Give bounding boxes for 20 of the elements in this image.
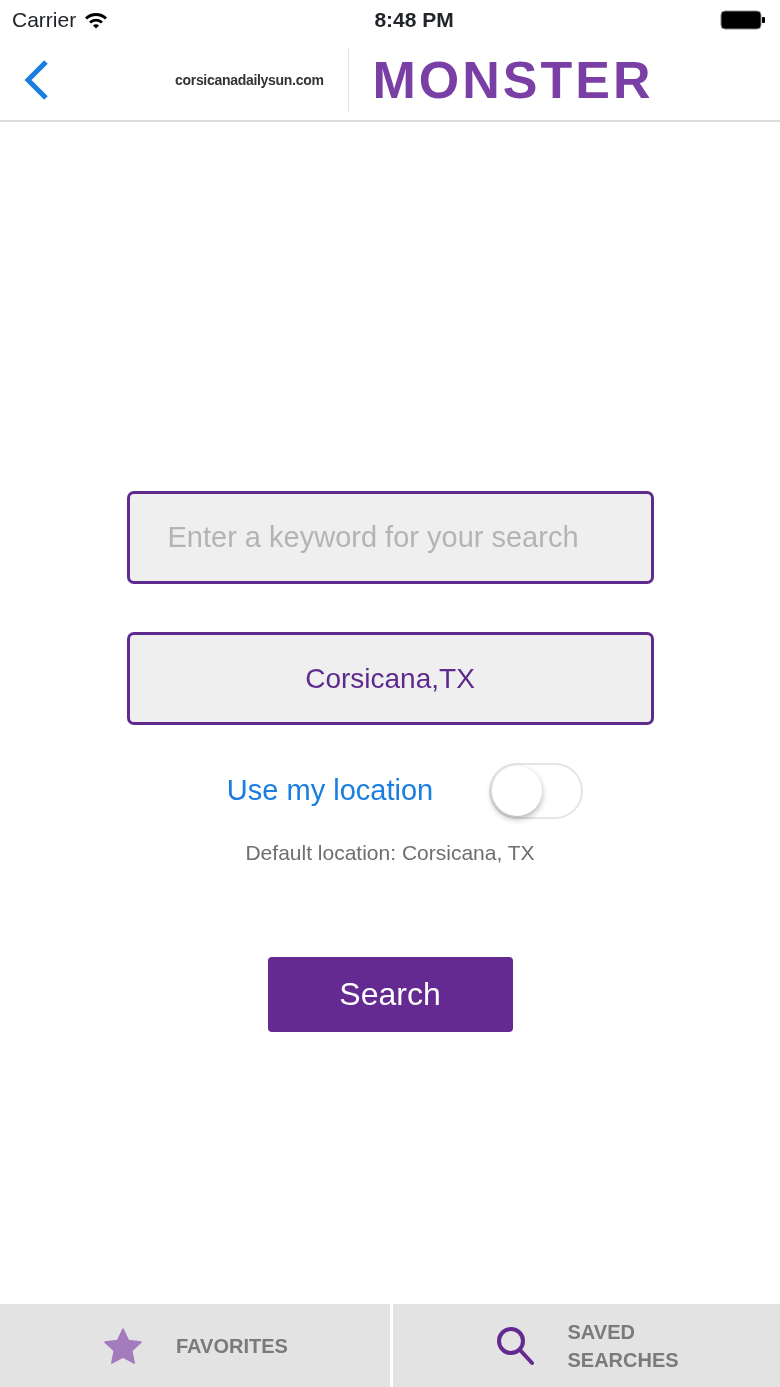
carrier-label: Carrier (12, 7, 77, 34)
location-field[interactable]: Corsicana,TX (126, 632, 654, 725)
keyword-field[interactable]: Enter a keyword for your search (126, 491, 654, 584)
search-icon (495, 1325, 534, 1366)
time-label: 8:48 PM (374, 7, 454, 34)
back-icon[interactable] (22, 59, 50, 101)
use-location-label[interactable]: Use my location (226, 769, 434, 813)
partner-logo: corsicanadailysun.com (175, 70, 324, 90)
tab-item[interactable]: SAVED SEARCHES (390, 1304, 780, 1387)
location-toggle[interactable] (489, 763, 584, 819)
tab-label: FAVORITES (176, 1333, 286, 1359)
field-value: Corsicana,TX (305, 661, 475, 696)
battery-icon (720, 10, 766, 30)
brand-logo: MONSTER (372, 54, 654, 106)
default-location-text: Default location: Corsicana, TX (245, 840, 535, 866)
search-button[interactable]: Search (267, 956, 513, 1032)
tab-label: SAVED SEARCHES (567, 1319, 678, 1373)
wifi-icon (84, 11, 109, 29)
star-icon (104, 1327, 142, 1364)
tab-item[interactable]: FAVORITES (0, 1304, 390, 1387)
